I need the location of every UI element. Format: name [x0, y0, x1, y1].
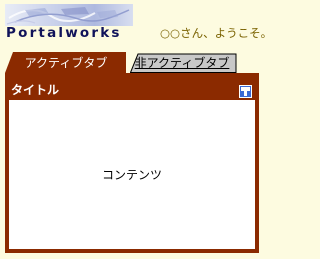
portlet-content-text: コンテンツ	[101, 168, 162, 182]
tab-active-label: アクティブタブ	[24, 56, 108, 70]
portalworks-logo: Portalworks	[5, 4, 133, 44]
portlet-title: タイトル	[11, 83, 60, 97]
portlet-content-area: コンテンツ	[9, 100, 255, 249]
logo-text: Portalworks	[6, 25, 122, 41]
tab-active[interactable]: アクティブタブ	[5, 51, 129, 73]
tab-inactive-label: 非アクティブタブ	[134, 56, 230, 70]
portlet-header: タイトル	[5, 79, 259, 99]
logo-banner-graphic	[5, 4, 133, 26]
help-icon[interactable]	[239, 83, 252, 98]
tab-inactive[interactable]: 非アクティブタブ	[130, 51, 238, 73]
portlet: タイトル コンテンツ	[5, 73, 259, 253]
welcome-message: ○○さん、ようこそ。	[160, 26, 273, 40]
